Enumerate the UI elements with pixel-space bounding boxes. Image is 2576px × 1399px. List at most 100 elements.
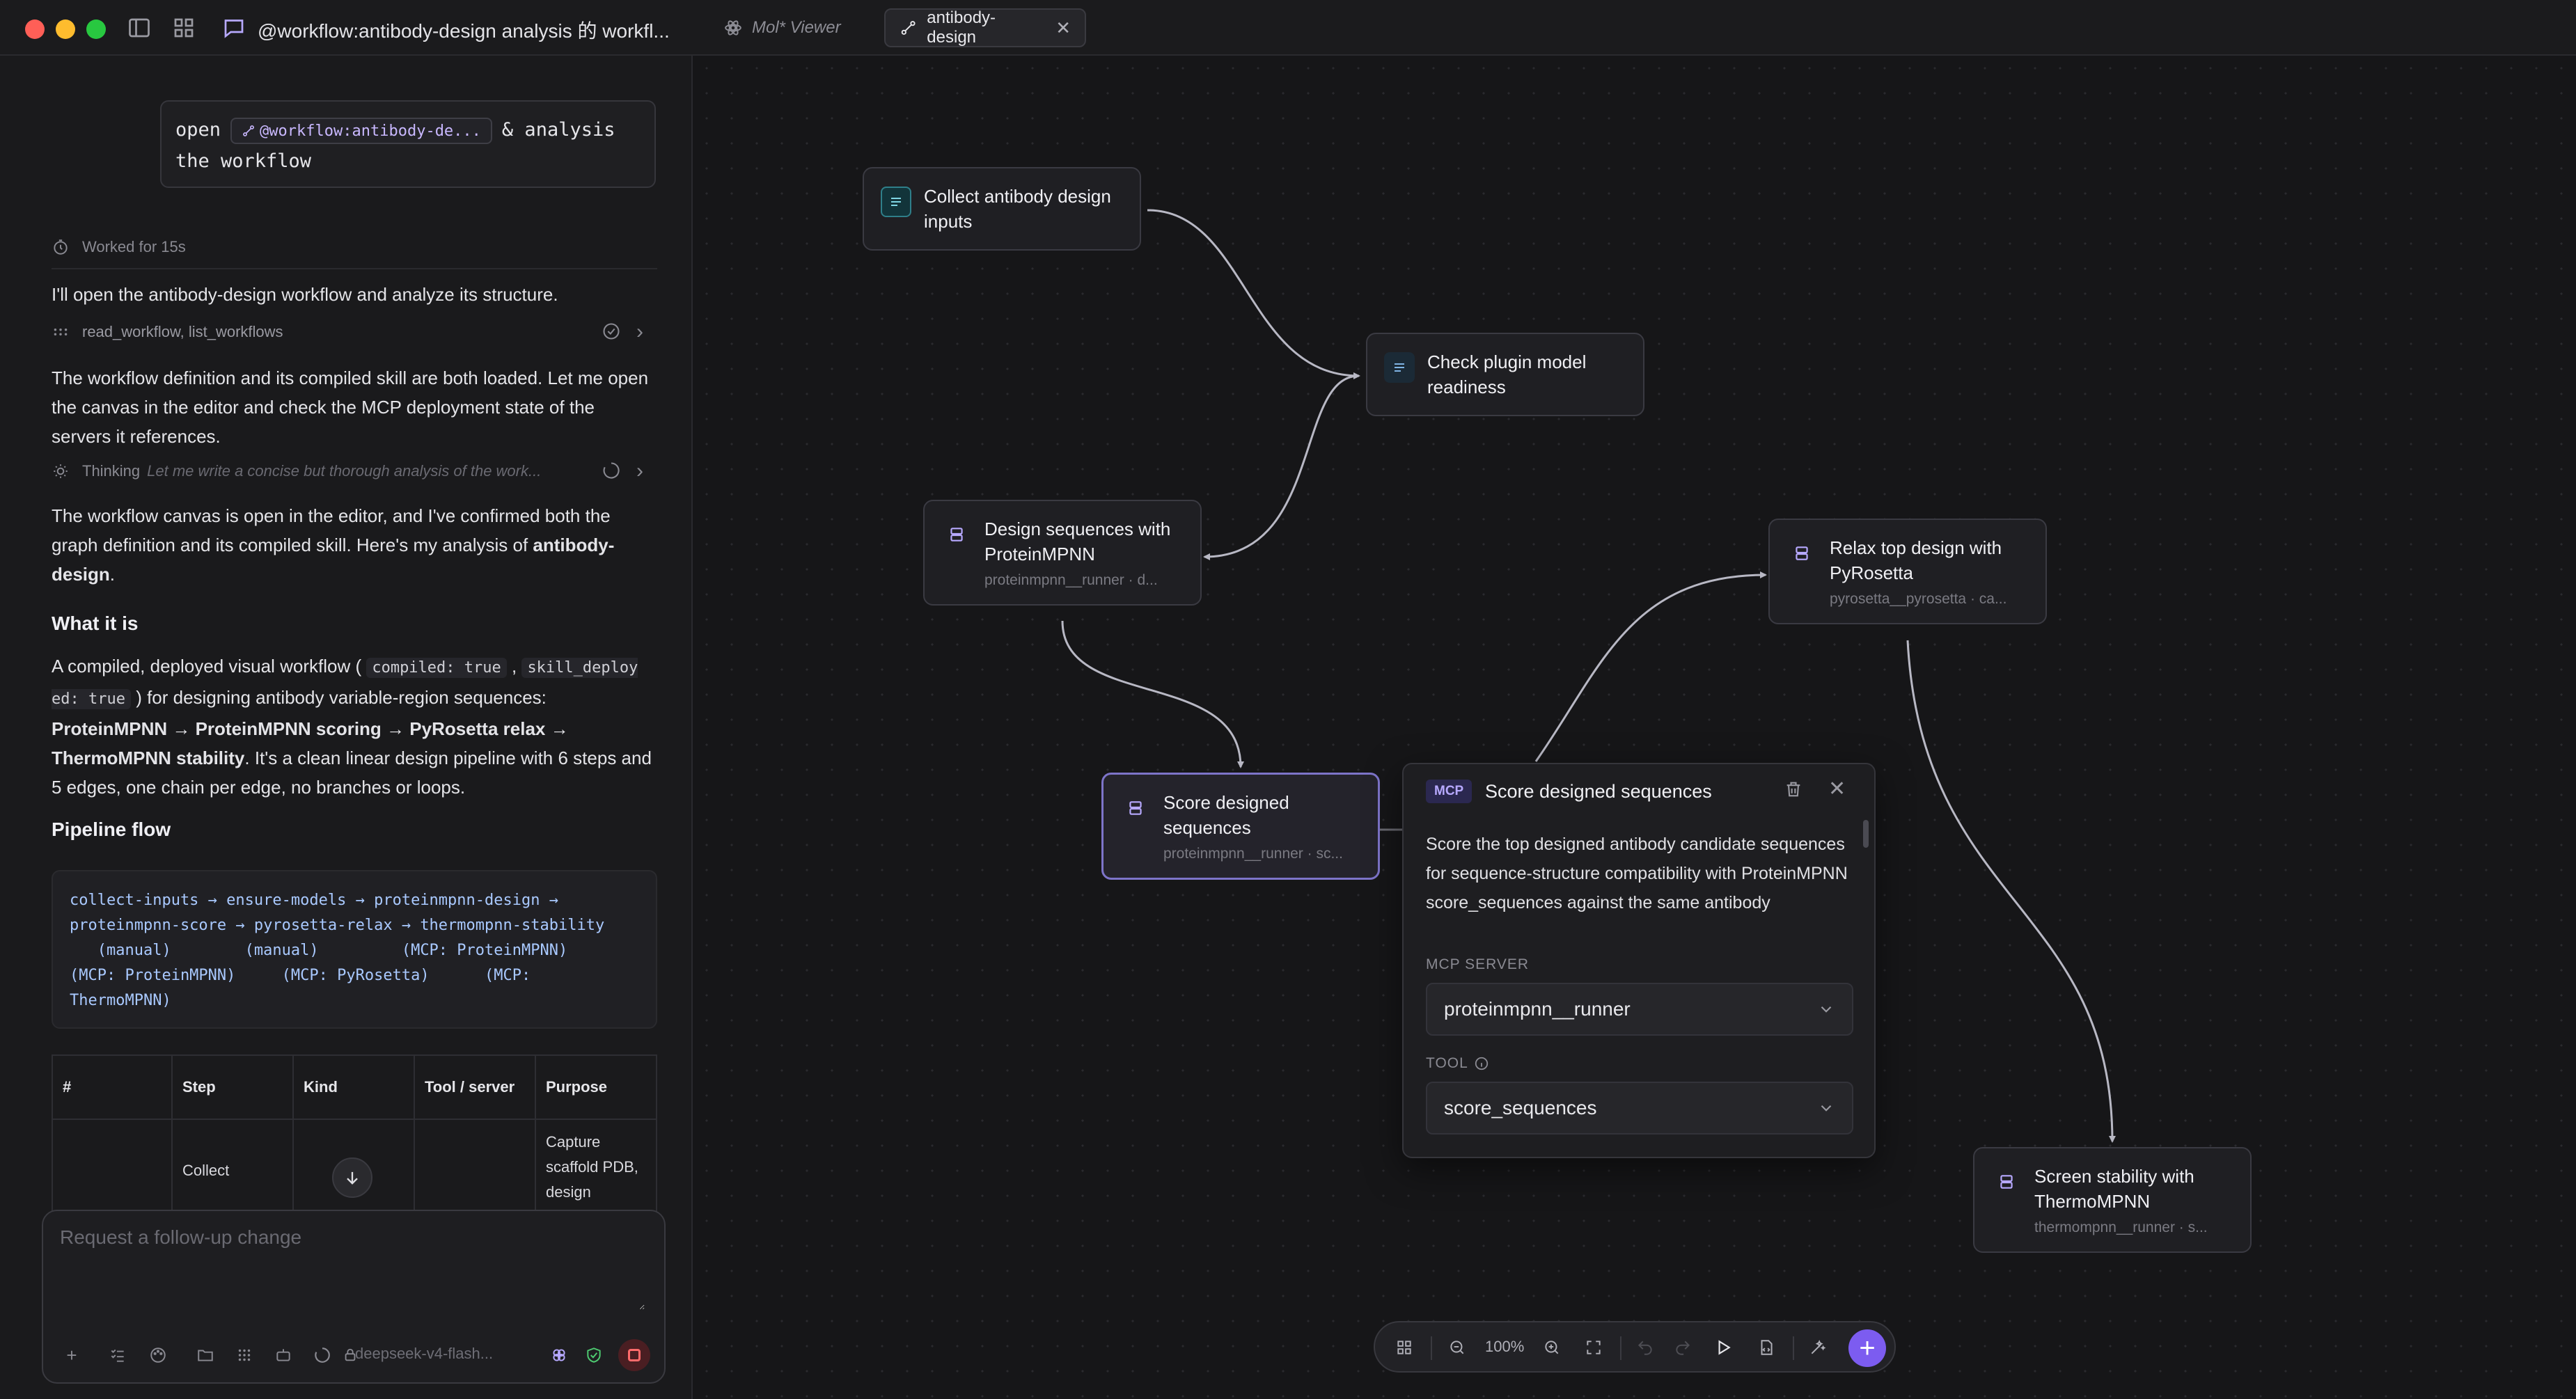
thinking-label: Thinking bbox=[82, 462, 141, 480]
play-icon[interactable] bbox=[1711, 1335, 1736, 1360]
zoom-window-button[interactable] bbox=[86, 19, 106, 39]
table-header: Tool / server bbox=[415, 1056, 536, 1120]
tool-call-names: read_workflow, list_workflows bbox=[82, 323, 283, 340]
lightbulb-icon bbox=[54, 464, 68, 478]
node-subtitle: pyrosetta__pyrosetta · ca... bbox=[1830, 591, 2007, 607]
close-icon[interactable]: ✕ bbox=[1828, 777, 1846, 801]
table-header: Purpose bbox=[536, 1056, 656, 1120]
form-icon bbox=[881, 187, 911, 217]
workflow-mention-chip[interactable]: @workflow:antibody-de... bbox=[230, 117, 492, 144]
workflow-icon bbox=[243, 125, 254, 136]
folder-icon[interactable] bbox=[194, 1343, 217, 1367]
undo-icon[interactable] bbox=[1633, 1335, 1658, 1360]
shield-check-icon[interactable] bbox=[582, 1343, 606, 1367]
node-pyrosetta-relax[interactable]: Relax top design with PyRosetta pyrosett… bbox=[1768, 519, 2047, 624]
grid-dots-icon[interactable] bbox=[233, 1343, 256, 1367]
molecule-icon bbox=[725, 20, 741, 35]
brain-icon[interactable] bbox=[547, 1343, 571, 1367]
mcp-badge: MCP bbox=[1426, 780, 1472, 803]
table-header: Step bbox=[173, 1056, 294, 1120]
model-selector[interactable]: deepseek-v4-flash... bbox=[355, 1345, 493, 1363]
node-title: Score designed sequences bbox=[1163, 792, 1289, 838]
tab-antibody-design[interactable]: antibody-design ✕ bbox=[884, 8, 1086, 47]
select-value: proteinmpnn__runner bbox=[1444, 998, 1631, 1020]
stop-button[interactable] bbox=[618, 1339, 650, 1371]
zoom-in-icon[interactable] bbox=[1539, 1335, 1564, 1360]
stop-icon bbox=[628, 1349, 641, 1361]
divider bbox=[52, 268, 657, 269]
zoom-out-icon[interactable] bbox=[1445, 1335, 1470, 1360]
tool-label: TOOL bbox=[1426, 1055, 1489, 1072]
thinking-preview: Let me write a concise but thorough anal… bbox=[147, 462, 542, 480]
worked-for-label: Worked for 15s bbox=[82, 238, 186, 255]
user-message-text: & analysis bbox=[501, 119, 615, 141]
node-title: Collect antibody design inputs bbox=[924, 186, 1111, 232]
grid-icon[interactable] bbox=[171, 15, 196, 40]
sidebar-toggle-icon[interactable] bbox=[127, 15, 152, 40]
mcp-server-select[interactable]: proteinmpnn__runner bbox=[1426, 983, 1853, 1036]
timer-icon bbox=[54, 239, 68, 255]
layout-grid-icon[interactable] bbox=[1392, 1335, 1417, 1360]
server-icon bbox=[1120, 793, 1151, 823]
assistant-intro: I'll open the antibody-design workflow a… bbox=[52, 284, 558, 305]
redo-icon[interactable] bbox=[1670, 1335, 1695, 1360]
heading-pipeline-flow: Pipeline flow bbox=[52, 819, 171, 840]
chevron-right-icon: › bbox=[636, 459, 643, 482]
thinking-row[interactable]: Thinking Let me write a concise but thor… bbox=[52, 459, 657, 482]
table-cell: Collect bbox=[173, 1120, 294, 1220]
info-icon[interactable] bbox=[1474, 1056, 1489, 1071]
pipeline-code-block: collect-inputs → ensure-models → protein… bbox=[52, 870, 657, 1029]
tab-mol-viewer[interactable]: Mol* Viewer bbox=[710, 8, 877, 47]
form-icon bbox=[1384, 352, 1415, 383]
node-check-models[interactable]: Check plugin model readiness bbox=[1366, 333, 1644, 416]
plus-icon[interactable]: + bbox=[60, 1343, 84, 1367]
divider bbox=[1793, 1336, 1794, 1360]
divider bbox=[1431, 1336, 1432, 1360]
palette-icon[interactable] bbox=[146, 1343, 170, 1367]
node-description[interactable]: Score the top designed antibody candidat… bbox=[1426, 830, 1851, 920]
add-node-button[interactable]: + bbox=[1848, 1329, 1886, 1367]
node-collect-inputs[interactable]: Collect antibody design inputs bbox=[863, 167, 1141, 251]
select-value: score_sequences bbox=[1444, 1097, 1597, 1119]
follow-up-input[interactable] bbox=[60, 1226, 645, 1310]
user-message: open @workflow:antibody-de... & analysis t… bbox=[160, 100, 656, 188]
tool-select[interactable]: score_sequences bbox=[1426, 1082, 1853, 1135]
checklist-icon[interactable] bbox=[106, 1343, 129, 1367]
chat-title[interactable]: @workflow:antibody-design analysis 的 wor… bbox=[258, 16, 675, 44]
magic-wand-icon[interactable] bbox=[1805, 1335, 1830, 1360]
title-bar: @workflow:antibody-design analysis 的 wor… bbox=[0, 0, 2576, 56]
composer: + deepseek-v4-flash... bbox=[42, 1210, 666, 1384]
mcp-server-label: MCP SERVER bbox=[1426, 956, 1530, 972]
chat-sidebar: open @workflow:antibody-de... & analysis t… bbox=[0, 56, 693, 1399]
fit-view-icon[interactable] bbox=[1581, 1335, 1606, 1360]
table-cell bbox=[415, 1120, 536, 1220]
node-title: Check plugin model readiness bbox=[1427, 351, 1587, 397]
close-window-button[interactable] bbox=[25, 19, 45, 39]
arrow-down-icon bbox=[347, 1171, 358, 1185]
node-proteinmpnn-design[interactable]: Design sequences with ProteinMPNN protei… bbox=[923, 500, 1202, 606]
what-it-is-paragraph: A compiled, deployed visual workflow ( c… bbox=[52, 656, 652, 798]
heading-what-it-is: What it is bbox=[52, 612, 139, 634]
user-message-text: the workflow bbox=[175, 150, 312, 172]
document-code-icon[interactable] bbox=[1754, 1335, 1779, 1360]
check-circle-icon bbox=[602, 322, 621, 345]
scroll-to-bottom-button[interactable] bbox=[332, 1157, 372, 1198]
close-tab-icon[interactable]: ✕ bbox=[1055, 17, 1071, 39]
robot-icon[interactable] bbox=[272, 1343, 295, 1367]
node-proteinmpnn-score[interactable]: Score designed sequences proteinmpnn__ru… bbox=[1101, 773, 1380, 880]
loading-spinner-icon bbox=[602, 461, 621, 484]
server-icon bbox=[1991, 1167, 2022, 1197]
trash-icon[interactable] bbox=[1784, 780, 1803, 803]
worked-for-status[interactable]: Worked for 15s bbox=[52, 238, 186, 256]
node-title: Design sequences with ProteinMPNN bbox=[984, 519, 1171, 564]
minimize-window-button[interactable] bbox=[56, 19, 75, 39]
chip-label: @workflow:antibody-de... bbox=[260, 122, 481, 140]
workflow-canvas[interactable] bbox=[694, 56, 2576, 1399]
canvas-toolbar: 100% + bbox=[1374, 1321, 1896, 1373]
server-icon bbox=[941, 519, 972, 550]
tool-call-row[interactable]: read_workflow, list_workflows › bbox=[52, 320, 657, 343]
zoom-level[interactable]: 100% bbox=[1485, 1338, 1524, 1356]
scrollbar-thumb[interactable] bbox=[1863, 820, 1869, 848]
panel-title: Score designed sequences bbox=[1485, 781, 1712, 802]
node-thermompnn-stability[interactable]: Screen stability with ThermoMPNN thermom… bbox=[1973, 1147, 2252, 1253]
